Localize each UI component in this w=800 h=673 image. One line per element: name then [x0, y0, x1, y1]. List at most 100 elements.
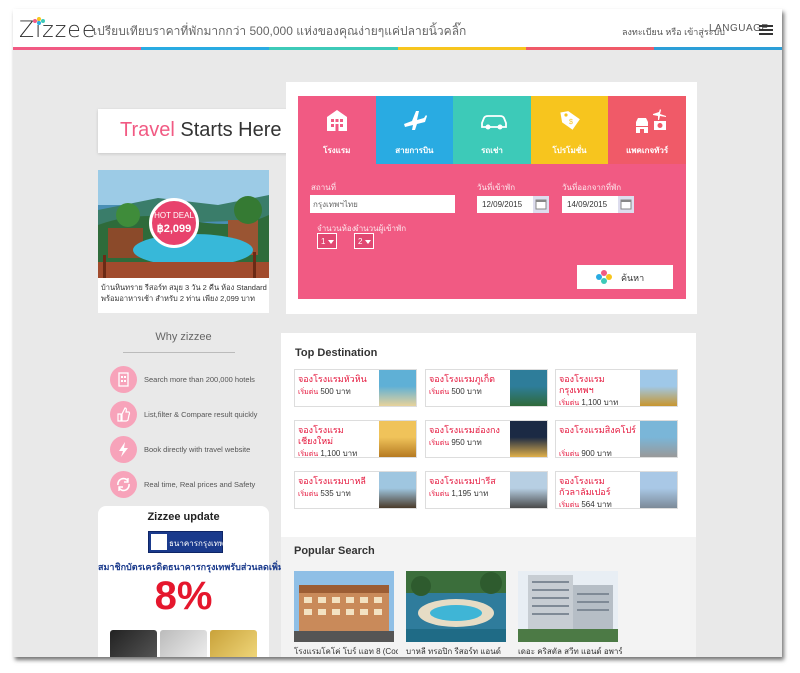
destination-image — [379, 370, 416, 406]
destination-card[interactable]: จองโรงแรมฮ่องกง เริ่มต่น 950 บาท — [425, 420, 548, 458]
why-item: List,filter & Compare result quickly — [110, 401, 280, 429]
hamburger-icon[interactable] — [759, 25, 773, 35]
tab-promotion-label: โปรโมชั่น — [552, 146, 587, 155]
chevron-down-icon — [365, 240, 371, 244]
why-divider — [123, 352, 235, 353]
rooms-select[interactable]: 1 — [317, 233, 337, 249]
credit-card-image — [160, 630, 207, 657]
price-value: 1,195 บาท — [451, 489, 489, 498]
tab-package-label: แพคเกจทัวร์ — [626, 146, 669, 155]
calendar-icon[interactable] — [533, 196, 549, 213]
checkout-date-field[interactable]: 14/09/2015 — [562, 196, 634, 213]
destination-card[interactable]: จองโรงแรมสิงคโปร์ เริ่มต่น 900 บาท — [555, 420, 678, 458]
price-value: 535 บาท — [320, 489, 351, 498]
price-from-label: เริ่มต่น — [298, 451, 319, 458]
price-from-label: เริ่มต่น — [429, 440, 450, 447]
price-value: 950 บาท — [451, 438, 482, 447]
hot-deal-description: บ้านหินทราย รีสอร์ท สมุย 3 วัน 2 คืน ห้อ… — [101, 283, 267, 303]
bank-emblem-icon — [151, 534, 167, 550]
destination-price: เริ่มต่น 564 บาท — [559, 498, 612, 511]
destination-price: เริ่มต่น 1,100 บาท — [298, 447, 357, 460]
destination-card[interactable]: จองโรงแรมปารีส เริ่มต่น 1,195 บาท — [425, 471, 548, 509]
update-discount-percent: 8% — [154, 574, 213, 618]
tab-car[interactable]: รถเช่า — [453, 96, 531, 164]
guests-select[interactable]: 2 — [354, 233, 374, 249]
zizzee-flower-icon — [596, 270, 612, 284]
popular-hotel-name[interactable]: โรงแรมโคโค่ โบร์ แอท 8 (Coco — [294, 645, 398, 657]
building-icon — [110, 366, 137, 393]
tab-flight[interactable]: สายการบิน — [375, 96, 454, 164]
price-from-label: เริ่มต่น — [429, 389, 450, 396]
price-from-label: เริ่มต่น — [559, 400, 580, 407]
destination-card[interactable]: จองโรงแรมภูเก็ต เริ่มต่น 500 บาท — [425, 369, 548, 407]
price-from-label: เริ่มต่น — [559, 451, 580, 458]
site-header: Zizzee เปรียบเทียบราคาที่พักมากกว่า 500,… — [13, 9, 782, 50]
destination-price: เริ่มต่น 535 บาท — [298, 487, 351, 500]
credit-card-image — [110, 630, 157, 657]
destination-name: จองโรงแรม กรุงเทพฯ — [559, 374, 605, 395]
browser-frame: Zizzee เปรียบเทียบราคาที่พักมากกว่า 500,… — [13, 9, 782, 657]
destination-price: เริ่มต่น 500 บาท — [429, 385, 482, 398]
popular-hotel-name[interactable]: เดอะ คริสตัล สวีท แอนด์ อพาร์ท — [518, 645, 622, 657]
update-promo-text: สมาชิกบัตรเครดิตธนาคารกรุงเทพรับส่วนลดเพ… — [98, 562, 284, 572]
tab-package[interactable]: แพคเกจทัวร์ — [608, 96, 686, 164]
chevron-down-icon — [328, 240, 334, 244]
search-button[interactable]: ค้นหา — [577, 265, 673, 289]
credit-card-image — [210, 630, 257, 657]
destination-image — [640, 472, 677, 508]
bank-logo: ธนาคารกรุงเทพ — [148, 531, 224, 553]
hot-deal-card[interactable]: HOT DEAL ฿2,099 บ้านหินทราย รีสอร์ท สมุย… — [98, 170, 269, 313]
price-from-label: เริ่มต่น — [559, 502, 580, 509]
zizzee-logo[interactable]: Zizzee — [19, 15, 96, 43]
checkout-label: วันที่ออกจากที่พัก — [562, 183, 622, 192]
destination-name: จองโรงแรมฮ่องกง — [429, 425, 500, 435]
popular-hotel-name[interactable]: บาหลี ทรอปิก รีสอร์ท แอนด์ — [406, 645, 510, 657]
why-item-text: Real time, Real prices and Safety — [144, 480, 256, 489]
airplane-icon — [403, 111, 427, 130]
logo-flower-icon — [33, 17, 45, 25]
zizzee-update-card[interactable]: Zizzee update ธนาคารกรุงเทพ สมาชิกบัตรเค… — [98, 506, 284, 657]
destination-card[interactable]: จองโรงแรม กรุงเทพฯ เริ่มต่น 1,100 บาท — [555, 369, 678, 407]
tab-promotion[interactable]: $ โปรโมชั่น — [530, 96, 609, 164]
why-item-text: Search more than 200,000 hotels — [144, 375, 255, 384]
popular-hotel-image[interactable] — [294, 571, 394, 642]
hot-deal-badge: HOT DEAL ฿2,099 — [149, 198, 199, 248]
popular-hotel-image[interactable] — [518, 571, 618, 642]
why-item-text: List,filter & Compare result quickly — [144, 410, 258, 419]
search-tabs: โรงแรม สายการบิน รถเช่า $ โปรโมชั่น แพคเ… — [298, 96, 686, 164]
price-value: 900 บาท — [581, 449, 612, 458]
destination-card[interactable]: จองโรงแรมหัวหิน เริ่มต่น 500 บาท — [294, 369, 417, 407]
popular-hotel-image[interactable] — [406, 571, 506, 642]
refresh-icon — [110, 471, 137, 498]
destination-price: เริ่มต่น 950 บาท — [429, 436, 482, 449]
checkin-date-value: 12/09/2015 — [482, 200, 523, 209]
why-item: Search more than 200,000 hotels — [110, 366, 280, 394]
destination-image — [640, 370, 677, 406]
destination-card[interactable]: จองโรงแรมเชียงใหม่ เริ่มต่น 1,100 บาท — [294, 420, 417, 458]
destination-image — [379, 472, 416, 508]
destination-image — [510, 472, 547, 508]
destination-card[interactable]: จองโรงแรมบาหลี เริ่มต่น 535 บาท — [294, 471, 417, 509]
package-icon — [636, 109, 667, 133]
checkin-label: วันที่เข้าพัก — [477, 183, 516, 192]
rooms-value: 1 — [321, 237, 326, 246]
destination-image — [510, 370, 547, 406]
hotel-icon — [327, 110, 347, 131]
destination-card[interactable]: จองโรงแรม กัวลาลัมเปอร์ เริ่มต่น 564 บาท — [555, 471, 678, 509]
price-from-label: เริ่มต่น — [298, 491, 319, 498]
why-item: Book directly with travel website — [110, 436, 280, 464]
destination-name: จองโรงแรม กัวลาลัมเปอร์ — [559, 476, 611, 497]
search-button-label: ค้นหา — [621, 273, 645, 283]
hot-deal-badge-price: ฿2,099 — [156, 223, 192, 235]
calendar-icon[interactable] — [618, 196, 634, 213]
car-icon — [481, 115, 508, 130]
destination-name: จองโรงแรมเชียงใหม่ — [298, 425, 344, 446]
checkin-date-field[interactable]: 12/09/2015 — [477, 196, 549, 213]
banner-word-starts: Starts Here — [174, 119, 282, 141]
price-value: 500 บาท — [320, 387, 351, 396]
tab-hotel[interactable]: โรงแรม — [298, 96, 376, 164]
place-input[interactable] — [310, 195, 455, 213]
banner-word-travel: Travel — [120, 119, 175, 141]
top-destination-title: Top Destination — [295, 347, 378, 359]
tag-icon: $ — [560, 111, 580, 130]
